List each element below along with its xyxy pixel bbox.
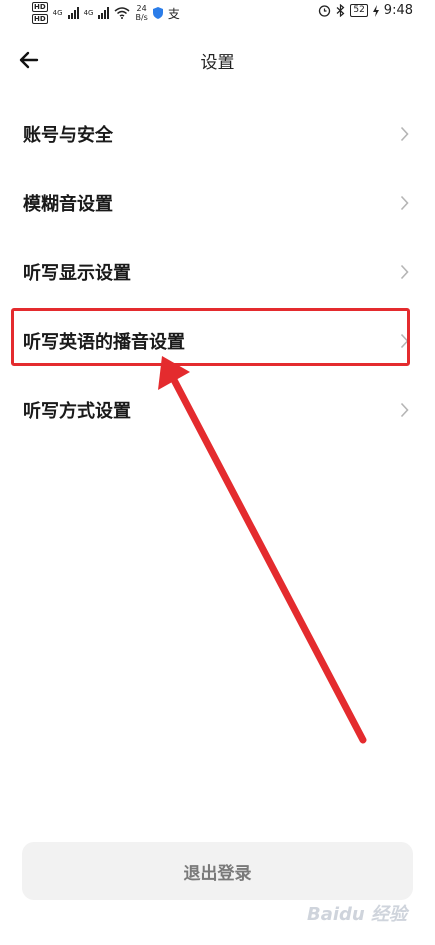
clock: 9:48 <box>383 3 413 18</box>
chevron-right-icon <box>400 126 409 142</box>
menu-item-label: 听写显示设置 <box>23 263 131 284</box>
network-speed: 24 B/s <box>135 4 147 22</box>
baidu-watermark: Baidu 经验 <box>306 904 407 925</box>
battery-indicator: 52 <box>350 4 368 17</box>
wifi-icon <box>114 7 130 19</box>
menu-item-label: 听写方式设置 <box>23 401 131 422</box>
alipay-icon: 支 <box>167 6 180 21</box>
alarm-icon <box>319 5 331 17</box>
status-right: 52 9:48 <box>318 3 413 18</box>
shield-icon <box>152 7 163 19</box>
chevron-right-icon <box>400 402 409 418</box>
logout-button[interactable]: 退出登录 <box>22 842 413 900</box>
signal-icon <box>67 7 79 19</box>
charging-icon <box>372 4 379 17</box>
menu-item-label: 账号与安全 <box>23 125 113 146</box>
chevron-right-icon <box>400 195 409 211</box>
menu-item-account-security[interactable]: 账号与安全 <box>0 100 435 169</box>
highlight-box <box>11 308 410 366</box>
menu-item-label: 模糊音设置 <box>23 194 113 215</box>
speed-unit: B/s <box>135 13 148 22</box>
signal-icon <box>98 7 110 19</box>
menu-item-fuzzy-sound[interactable]: 模糊音设置 <box>0 169 435 238</box>
speed-value: 24 <box>136 4 147 13</box>
status-left: HD HD 4G 4G 24 B/s 支 <box>32 2 180 24</box>
network-type: 4G <box>83 9 94 17</box>
settings-menu: 账号与安全 模糊音设置 听写显示设置 听写英语的播音设置 听写方式设置 <box>0 100 435 445</box>
chevron-right-icon <box>400 264 409 280</box>
top-bar: 设置 <box>0 40 435 80</box>
hd-icon: HD <box>32 14 48 24</box>
status-bar: HD HD 4G 4G 24 B/s 支 52 9:48 <box>0 0 435 24</box>
menu-item-dictation-display[interactable]: 听写显示设置 <box>0 238 435 307</box>
bluetooth-icon <box>336 4 345 17</box>
page-title: 设置 <box>200 53 235 73</box>
hd-icon: HD <box>32 2 48 12</box>
network-type: 4G <box>52 9 63 17</box>
menu-item-dictation-mode[interactable]: 听写方式设置 <box>0 376 435 445</box>
hd-indicators: HD HD <box>32 2 48 24</box>
